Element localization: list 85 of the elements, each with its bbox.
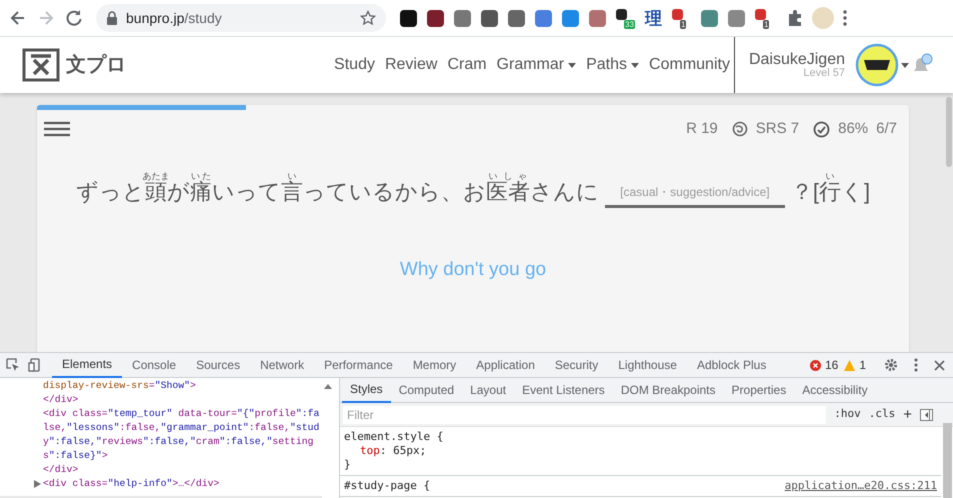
sidebar-toggle-icon[interactable]	[920, 408, 933, 420]
star-icon[interactable]	[360, 10, 376, 26]
nav-link[interactable]: Grammar	[496, 53, 576, 77]
accuracy: 86%	[838, 119, 868, 139]
user-level: Level 57	[803, 68, 845, 78]
filter-field[interactable]: Filter	[343, 406, 826, 424]
dom-line[interactable]: <div class="temp_tour" data-tour="{"profile":fa	[43, 407, 320, 421]
devtools-tab[interactable]: Application	[466, 352, 545, 378]
check-circle-icon	[813, 120, 830, 138]
dom-line[interactable]: </div>	[43, 393, 78, 407]
css-brace: }	[344, 458, 351, 472]
nav-link[interactable]: Community	[649, 53, 730, 77]
extension-icon[interactable]	[481, 10, 498, 26]
warning-icon	[844, 360, 856, 370]
error-count[interactable]: 16	[824, 356, 838, 374]
dom-line[interactable]: display-review-srs="Show">	[43, 379, 196, 393]
reload-icon[interactable]	[64, 8, 84, 28]
menu-icon[interactable]	[43, 121, 71, 138]
css-selector: element.style {	[344, 430, 444, 444]
warning-count[interactable]: 1	[859, 356, 866, 374]
cls-button[interactable]: .cls	[868, 406, 896, 423]
extension-icon[interactable]	[616, 8, 627, 20]
extension-icon[interactable]	[427, 10, 444, 26]
caret-icon	[631, 62, 640, 68]
styles-tab[interactable]: Properties	[724, 378, 794, 402]
css-selector: #study-page {	[344, 479, 430, 493]
dom-line[interactable]: y":false,"reviews":false,"cram":false,"setting	[43, 435, 314, 449]
logo-icon	[22, 48, 60, 82]
scrollbar	[946, 97, 952, 167]
devtools-tab[interactable]: Lighthouse	[608, 352, 687, 378]
dom-line[interactable]: s":false}">	[43, 449, 108, 463]
extension-badge: 1	[680, 20, 686, 28]
nav-link[interactable]: Cram	[447, 53, 487, 77]
device-icon[interactable]	[28, 358, 42, 372]
styles-tab[interactable]: Computed	[390, 378, 462, 402]
logo-text[interactable]: 文プロ	[66, 50, 126, 80]
devtools-tab[interactable]: Adblock Plus	[686, 352, 776, 378]
new-rule-button[interactable]: +	[903, 407, 912, 422]
styles-tab[interactable]: Layout	[462, 378, 514, 402]
extension-icon[interactable]: 理	[645, 10, 662, 26]
devtools-tab[interactable]: Sources	[186, 352, 250, 378]
spiral-icon	[732, 121, 748, 138]
styles-tab[interactable]: Accessibility	[794, 378, 876, 402]
dom-line[interactable]: </div>	[43, 463, 78, 477]
devtools-tab[interactable]: Elements	[52, 352, 122, 378]
puzzle-icon[interactable]	[786, 9, 804, 27]
extension-badge: 1	[763, 20, 770, 28]
srs-level: SRS 7	[756, 119, 800, 139]
more-icon[interactable]	[914, 358, 918, 372]
more-icon[interactable]	[842, 9, 848, 27]
hov-button[interactable]: :hov	[834, 406, 861, 423]
css-declaration[interactable]: top: 65px;	[344, 444, 426, 458]
dom-line[interactable]: <div class="help-info">…</div>	[34, 477, 220, 491]
username[interactable]: DaisukeJigen	[748, 52, 845, 68]
nav-link[interactable]: Study	[334, 53, 375, 77]
review-count: R 19	[686, 119, 718, 139]
devtools-tab[interactable]: Performance	[314, 352, 403, 378]
styles-tab[interactable]: DOM Breakpoints	[612, 378, 724, 402]
inspect-icon[interactable]	[6, 358, 20, 372]
source-link[interactable]: application…e20.css:211	[784, 479, 937, 493]
sentence-text: ？[行 い く]	[790, 170, 870, 206]
scroll-up-icon[interactable]	[324, 384, 332, 389]
devtools-tab[interactable]: Console	[122, 352, 186, 378]
translation-text: Why don't you go	[398, 258, 548, 282]
extension-icon[interactable]	[400, 10, 417, 26]
address-bar[interactable]: bunpro.jp/study	[96, 4, 386, 32]
devtools-tab[interactable]: Memory	[402, 352, 466, 378]
styles-tab[interactable]: Event Listeners	[514, 378, 613, 402]
settings-icon[interactable]	[884, 358, 898, 372]
devtools-tab[interactable]: Network	[250, 352, 314, 378]
lock-icon	[106, 11, 118, 25]
avatar-icon[interactable]	[855, 43, 899, 87]
caret-icon[interactable]	[901, 62, 909, 68]
dom-line[interactable]: lse,"lessons":false,"grammar_point":false,"stud	[43, 421, 320, 435]
sentence-text: ずっと 頭 あたま が痛 いた いって言 い っているから、お医者 いしゃ さんに	[76, 170, 599, 206]
question-count: 6/7	[876, 119, 897, 139]
url-text: bunpro.jp/study	[126, 8, 223, 28]
error-icon	[810, 360, 821, 370]
extension-badge: 33	[624, 20, 635, 28]
devtools-tab[interactable]: Security	[544, 352, 608, 378]
close-icon[interactable]	[934, 360, 945, 370]
nav-link[interactable]: Paths	[586, 53, 640, 77]
caret-icon	[568, 62, 576, 68]
expand-triangle-icon[interactable]	[34, 480, 41, 488]
nav-link[interactable]: Review	[384, 53, 438, 77]
